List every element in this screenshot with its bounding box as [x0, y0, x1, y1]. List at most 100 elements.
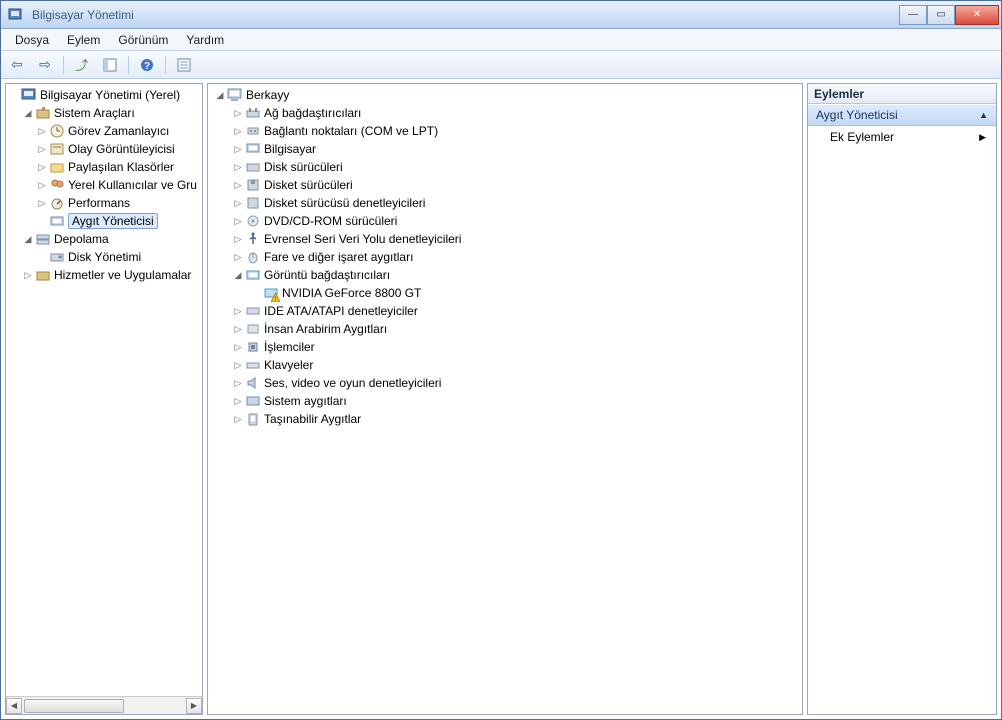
- tree-disk-management[interactable]: Disk Yönetimi: [6, 248, 202, 266]
- network-adapter-icon: [245, 105, 261, 121]
- floppy-controller-icon: [245, 195, 261, 211]
- window-title: Bilgisayar Yönetimi: [32, 8, 134, 22]
- device-cat-computer[interactable]: ▷Bilgisayar: [208, 140, 802, 158]
- expand-toggle[interactable]: ▷: [232, 107, 244, 119]
- expand-toggle[interactable]: ▷: [232, 377, 244, 389]
- device-cat-cpu[interactable]: ▷İşlemciler: [208, 338, 802, 356]
- tree-label: Taşınabilir Aygıtlar: [264, 412, 361, 426]
- help-button[interactable]: ?: [135, 54, 159, 76]
- collapse-toggle[interactable]: ◢: [232, 269, 244, 281]
- hscroll-right-btn[interactable]: ▶: [186, 698, 202, 714]
- expand-toggle[interactable]: [8, 89, 20, 101]
- display-adapter-icon: [245, 267, 261, 283]
- keyboard-icon: [245, 357, 261, 373]
- expand-toggle[interactable]: ▷: [36, 161, 48, 173]
- hscroll-left-btn[interactable]: ◀: [6, 698, 22, 714]
- toolbar: ⇦ ⇨ ⤴ ?: [1, 51, 1001, 79]
- expand-toggle[interactable]: [36, 251, 48, 263]
- expand-toggle[interactable]: ▷: [232, 323, 244, 335]
- expand-toggle[interactable]: ▷: [232, 197, 244, 209]
- disk-drive-icon: [245, 159, 261, 175]
- tree-performance[interactable]: ▷ Performans: [6, 194, 202, 212]
- expand-toggle[interactable]: ▷: [36, 197, 48, 209]
- expand-toggle[interactable]: ▷: [232, 395, 244, 407]
- expand-toggle[interactable]: ▷: [232, 143, 244, 155]
- tree-system-tools[interactable]: ◢ Sistem Araçları: [6, 104, 202, 122]
- tree-label: İnsan Arabirim Aygıtları: [264, 322, 387, 336]
- device-cat-ports[interactable]: ▷Bağlantı noktaları (COM ve LPT): [208, 122, 802, 140]
- device-display-nvidia[interactable]: !NVIDIA GeForce 8800 GT: [208, 284, 802, 302]
- tree-services-apps[interactable]: ▷ Hizmetler ve Uygulamalar: [6, 266, 202, 284]
- collapse-toggle[interactable]: ◢: [22, 233, 34, 245]
- menu-help[interactable]: Yardım: [178, 31, 232, 49]
- menu-file[interactable]: Dosya: [7, 31, 57, 49]
- tree-event-viewer[interactable]: ▷ Olay Görüntüleyicisi: [6, 140, 202, 158]
- expand-toggle[interactable]: [36, 215, 48, 227]
- device-cat-sound[interactable]: ▷ Ses, video ve oyun denetleyicileri: [208, 374, 802, 392]
- tree-root-computer-management[interactable]: Bilgisayar Yönetimi (Yerel): [6, 86, 202, 104]
- expand-toggle[interactable]: ▷: [232, 251, 244, 263]
- expand-toggle[interactable]: ▷: [232, 359, 244, 371]
- tree-local-users[interactable]: ▷ Yerel Kullanıcılar ve Gru: [6, 176, 202, 194]
- actions-header: Eylemler: [808, 84, 996, 104]
- collapse-toggle[interactable]: ◢: [214, 89, 226, 101]
- device-root[interactable]: ◢ Berkayy: [208, 86, 802, 104]
- expand-toggle[interactable]: ▷: [36, 179, 48, 191]
- device-cat-ide[interactable]: ▷IDE ATA/ATAPI denetleyiciler: [208, 302, 802, 320]
- device-tree: ◢ Berkayy ▷Ağ bağdaştırıcıları ▷Bağlantı…: [208, 84, 802, 714]
- display-device-icon: !: [263, 285, 279, 301]
- hscroll-thumb[interactable]: [24, 699, 124, 713]
- up-button[interactable]: ⤴: [70, 54, 94, 76]
- tree-label: Disket sürücüsü denetleyicileri: [264, 196, 425, 210]
- tree-shared-folders[interactable]: ▷ Paylaşılan Klasörler: [6, 158, 202, 176]
- device-cat-disk-drives[interactable]: ▷Disk sürücüleri: [208, 158, 802, 176]
- tools-icon: [35, 105, 51, 121]
- minimize-button[interactable]: —: [899, 5, 927, 25]
- portable-device-icon: [245, 411, 261, 427]
- show-hide-tree-button[interactable]: [98, 54, 122, 76]
- maximize-button[interactable]: ▭: [927, 5, 955, 25]
- disk-icon: [49, 249, 65, 265]
- expand-toggle[interactable]: ▷: [232, 305, 244, 317]
- device-cat-mice[interactable]: ▷Fare ve diğer işaret aygıtları: [208, 248, 802, 266]
- expand-toggle[interactable]: ▷: [232, 233, 244, 245]
- expand-toggle[interactable]: ▷: [22, 269, 34, 281]
- expand-toggle[interactable]: ▷: [232, 161, 244, 173]
- tree-label: Bilgisayar Yönetimi (Yerel): [40, 88, 180, 102]
- tree-task-scheduler[interactable]: ▷ Görev Zamanlayıcı: [6, 122, 202, 140]
- device-manager-icon: [49, 213, 65, 229]
- menu-view[interactable]: Görünüm: [110, 31, 176, 49]
- expand-toggle[interactable]: ▷: [36, 143, 48, 155]
- properties-button[interactable]: [172, 54, 196, 76]
- device-cat-portable[interactable]: ▷ Taşınabilir Aygıtlar: [208, 410, 802, 428]
- tree-label: Performans: [68, 196, 130, 210]
- nav-back-button[interactable]: ⇦: [5, 54, 29, 76]
- device-cat-dvd[interactable]: ▷DVD/CD-ROM sürücüleri: [208, 212, 802, 230]
- expand-toggle[interactable]: ▷: [232, 413, 244, 425]
- device-cat-floppy[interactable]: ▷Disket sürücüleri: [208, 176, 802, 194]
- device-cat-usb[interactable]: ▷Evrensel Seri Veri Yolu denetleyicileri: [208, 230, 802, 248]
- actions-header-label: Eylemler: [814, 87, 864, 101]
- close-button[interactable]: ✕: [955, 5, 999, 25]
- actions-more-actions[interactable]: Ek Eylemler ▶: [808, 126, 996, 148]
- expand-toggle[interactable]: ▷: [232, 125, 244, 137]
- tree-label: Yerel Kullanıcılar ve Gru: [68, 178, 197, 192]
- nav-forward-button[interactable]: ⇨: [33, 54, 57, 76]
- expand-toggle[interactable]: ▷: [232, 341, 244, 353]
- device-cat-network[interactable]: ▷Ağ bağdaştırıcıları: [208, 104, 802, 122]
- collapse-toggle[interactable]: ◢: [22, 107, 34, 119]
- expand-toggle[interactable]: ▷: [36, 125, 48, 137]
- tree-label: Ses, video ve oyun denetleyicileri: [264, 376, 441, 390]
- tree-device-manager[interactable]: Aygıt Yöneticisi: [6, 212, 202, 230]
- actions-section-device-manager[interactable]: Aygıt Yöneticisi ▲: [808, 104, 996, 126]
- tree-storage[interactable]: ◢ Depolama: [6, 230, 202, 248]
- expand-toggle[interactable]: ▷: [232, 179, 244, 191]
- device-cat-keyboard[interactable]: ▷Klavyeler: [208, 356, 802, 374]
- device-cat-hid[interactable]: ▷ İnsan Arabirim Aygıtları: [208, 320, 802, 338]
- expand-toggle[interactable]: ▷: [232, 215, 244, 227]
- device-cat-floppy-ctrl[interactable]: ▷ Disket sürücüsü denetleyicileri: [208, 194, 802, 212]
- device-cat-sys-devices[interactable]: ▷Sistem aygıtları: [208, 392, 802, 410]
- device-cat-display[interactable]: ◢Görüntü bağdaştırıcıları: [208, 266, 802, 284]
- no-toggle: [250, 287, 262, 299]
- menu-action[interactable]: Eylem: [59, 31, 108, 49]
